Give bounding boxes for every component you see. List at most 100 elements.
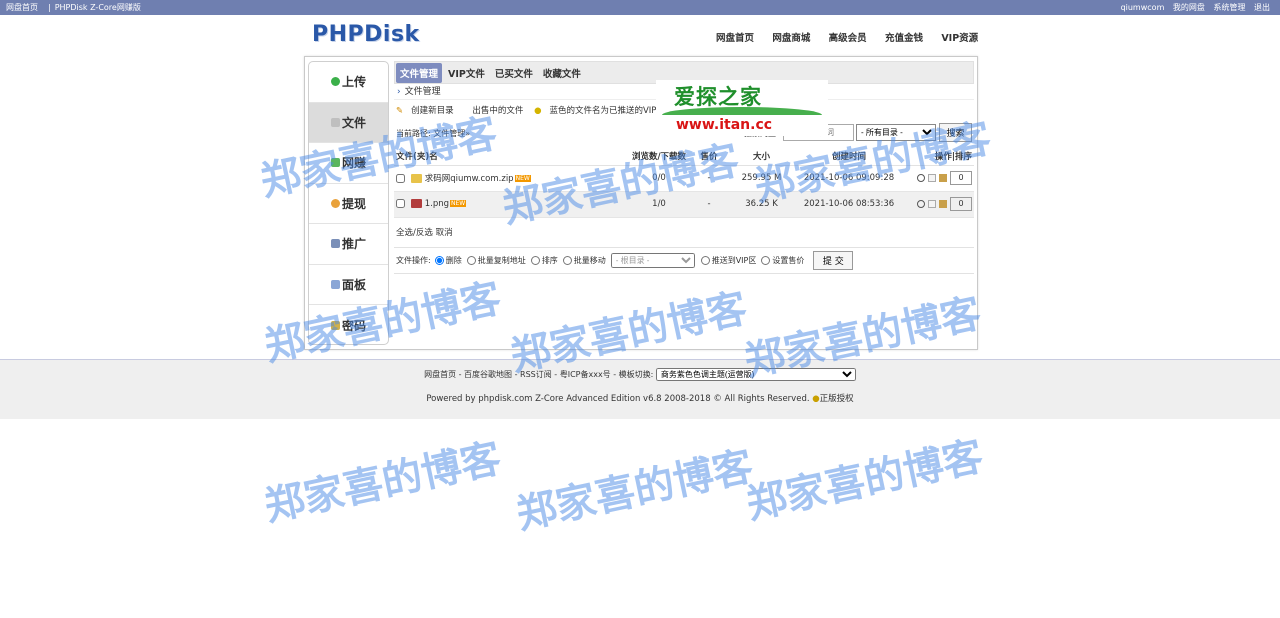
submit-button[interactable]: 提 交 <box>813 250 854 270</box>
topbar-logout-link[interactable]: 退出 <box>1254 3 1270 12</box>
sidebar-item-label: 面板 <box>341 277 366 292</box>
theme-select[interactable]: 商务紫色色调主题(运营版) <box>655 368 856 381</box>
col-name: 文件(夹)名 <box>394 147 624 166</box>
withdraw-icon <box>330 198 340 208</box>
promote-icon <box>330 239 340 249</box>
sidebar-item-label: 密码 <box>341 318 366 333</box>
move-target-select[interactable]: - 根目录 - <box>610 252 695 268</box>
op-sort-radio[interactable] <box>530 255 540 265</box>
op-move-label: 批量移动 <box>573 255 606 265</box>
sidebar-item-file[interactable]: 文件 <box>309 102 388 143</box>
top-utility-bar: 网盘首页 | PHPDisk Z-Core网赚版 qiumwcom 我的网盘 系统管… <box>0 0 1280 15</box>
nav-home[interactable]: 网盘首页 <box>716 33 754 44</box>
sidebar-item-label: 提现 <box>341 196 366 211</box>
topbar-site-title[interactable]: PHPDisk Z-Core网赚版 <box>55 3 141 12</box>
pencil-icon: ✎ <box>396 106 404 116</box>
col-size: 大小 <box>724 147 799 166</box>
nav-recharge[interactable]: 充值金钱 <box>885 33 923 44</box>
col-ops: 操作|排序 <box>899 147 974 166</box>
panel-icon <box>330 279 340 289</box>
table-row: 求码网qiumw.com.zip NEW 0/0 - 259.95 M 2021-… <box>394 165 974 192</box>
new-badge: NEW <box>514 175 531 182</box>
op-set-price[interactable]: 设置售价 <box>761 255 804 266</box>
op-push-vip[interactable]: 推送到VIP区 <box>700 255 756 266</box>
nav-vip-member[interactable]: 高级会员 <box>829 33 867 44</box>
op-delete-label: 删除 <box>445 255 462 265</box>
tab-file-manage[interactable]: 文件管理 <box>396 62 443 83</box>
shield-icon: ● <box>812 394 820 404</box>
sidebar-item-password[interactable]: 密码 <box>309 305 388 346</box>
tab-vip-files[interactable]: VIP文件 <box>444 63 489 83</box>
file-name-cell: 1.png NEW <box>394 191 624 218</box>
op-set-price-radio[interactable] <box>761 255 771 265</box>
ad-logo-text: 爱探之家 <box>674 85 762 109</box>
link-icon[interactable] <box>917 174 925 182</box>
order-input[interactable]: 0 <box>950 197 972 211</box>
footer-links-text[interactable]: 网盘首页 - 百度谷歌地图 - RSS订阅 - 粤ICP备xxx号 - 模板切换… <box>424 370 653 379</box>
dir-select[interactable]: - 所有目录 - <box>856 124 936 141</box>
watermark: 郑家喜的博客 <box>512 443 757 539</box>
op-copy-addr[interactable]: 批量复制地址 <box>466 255 526 266</box>
price-cell: - <box>694 165 724 192</box>
edit-icon[interactable] <box>939 174 947 182</box>
edit-icon[interactable] <box>939 200 947 208</box>
row-checkbox[interactable] <box>396 174 405 183</box>
sidebar-item-upload[interactable]: 上传 <box>309 62 388 103</box>
current-path: 当前路径: 文件管理» <box>396 129 471 138</box>
watermark: 郑家喜的博客 <box>742 433 987 529</box>
op-move-radio[interactable] <box>562 255 572 265</box>
watermark: 郑家喜的博客 <box>260 435 505 531</box>
sidebar-item-label: 推广 <box>341 237 366 252</box>
link-icon[interactable] <box>917 200 925 208</box>
license-link[interactable]: 正版授权 <box>820 394 854 404</box>
op-delete[interactable]: 删除 <box>434 255 462 266</box>
select-all-row[interactable]: 全选/反选 取消 <box>394 218 974 248</box>
sidebar-item-withdraw[interactable]: 提现 <box>309 184 388 224</box>
topbar-username[interactable]: qiumwcom <box>1121 3 1165 12</box>
size-cell: 259.95 M <box>724 165 799 192</box>
image-file-icon <box>410 199 422 208</box>
file-ops-row: 文件操作: 删除 批量复制地址 排序 批量移动 - 根目录 - 推送到VIP区 … <box>394 248 974 274</box>
sidebar-item-promote[interactable]: 推广 <box>309 224 388 265</box>
copy-icon[interactable] <box>928 200 936 208</box>
tab-bought-files[interactable]: 已买文件 <box>491 63 537 83</box>
op-sort[interactable]: 排序 <box>530 255 558 266</box>
row-checkbox[interactable] <box>396 199 405 208</box>
main-nav: 网盘首页 网盘商城 高级会员 充值金钱 VIP资源 <box>716 30 993 44</box>
sidebar-item-panel[interactable]: 面板 <box>309 265 388 305</box>
on-sale-link[interactable]: 出售中的文件 <box>472 106 523 116</box>
col-time: 创建时间 <box>799 147 899 166</box>
sidebar-item-label: 文件 <box>341 115 366 130</box>
col-price: 售价 <box>694 147 724 166</box>
topbar-home-link[interactable]: 网盘首页 <box>6 3 38 12</box>
upload-icon <box>330 77 340 87</box>
table-row: 1.png NEW 1/0 - 36.25 K 2021-10-06 08:53:… <box>394 191 974 218</box>
ops-cell: 0 <box>899 191 974 218</box>
sidebar: 上传 文件 网赚 提现 推广 面板 密码 <box>308 61 389 345</box>
nav-store[interactable]: 网盘商城 <box>772 33 810 44</box>
site-logo[interactable]: PHPDisk <box>312 22 420 47</box>
file-icon <box>330 117 340 127</box>
search-button[interactable]: 搜索 <box>939 123 972 142</box>
key-icon <box>330 320 340 330</box>
sidebar-item-earn[interactable]: 网赚 <box>309 143 388 184</box>
topbar-separator: | <box>48 3 51 12</box>
vip-tip: ● 蓝色的文件名为已推送的VIP <box>534 106 664 116</box>
order-input[interactable]: 0 <box>950 171 972 185</box>
op-set-price-label: 设置售价 <box>772 255 805 265</box>
copy-icon[interactable] <box>928 174 936 182</box>
nav-vip-resource[interactable]: VIP资源 <box>941 33 978 44</box>
op-push-vip-radio[interactable] <box>700 255 710 265</box>
breadcrumb-label: 文件管理 <box>404 87 441 97</box>
topbar-mydisk-link[interactable]: 我的网盘 <box>1173 3 1205 12</box>
file-name-link[interactable]: 求码网qiumw.com.zip <box>425 174 514 184</box>
create-dir-link[interactable]: ✎ 创建新目录 <box>396 106 462 116</box>
views-cell: 1/0 <box>624 191 694 218</box>
op-copy-addr-radio[interactable] <box>466 255 476 265</box>
topbar-admin-link[interactable]: 系统管理 <box>1213 3 1245 12</box>
tab-favorite-files[interactable]: 收藏文件 <box>539 63 585 83</box>
create-dir-label: 创建新目录 <box>411 106 454 116</box>
op-move[interactable]: 批量移动 <box>562 255 606 266</box>
file-name-link[interactable]: 1.png <box>425 199 449 209</box>
op-delete-radio[interactable] <box>434 255 444 265</box>
